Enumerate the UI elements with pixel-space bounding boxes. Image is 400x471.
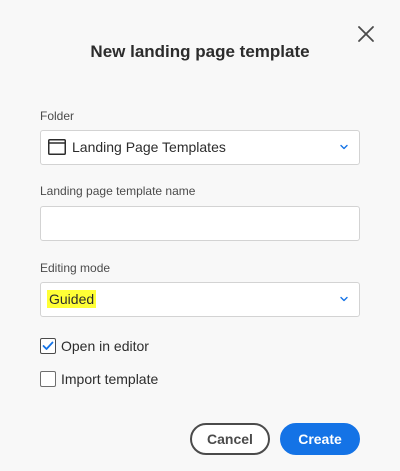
new-landing-page-template-dialog: New landing page template Folder Landing… [0,0,400,471]
template-name-label: Landing page template name [40,184,196,198]
folder-select[interactable]: Landing Page Templates [40,130,360,165]
template-name-input[interactable] [40,206,360,241]
chevron-down-icon [340,296,348,302]
open-in-editor-checkbox[interactable] [40,338,56,354]
import-template-checkbox[interactable] [40,371,56,387]
folder-value: Landing Page Templates [72,139,226,155]
editing-mode-value-text: Guided [47,290,97,308]
checkmark-icon [42,341,54,350]
chevron-down-icon [340,144,348,150]
open-in-editor-label: Open in editor [61,338,149,354]
editing-mode-select[interactable]: Guided [40,282,360,317]
editing-mode-label: Editing mode [40,261,111,275]
cancel-button[interactable]: Cancel [190,423,270,455]
editing-mode-value: Guided [47,283,97,316]
create-button[interactable]: Create [280,423,360,455]
dialog-title: New landing page template [90,42,310,61]
import-template-label: Import template [61,371,159,387]
folder-icon [48,139,66,155]
folder-label: Folder [40,109,75,123]
